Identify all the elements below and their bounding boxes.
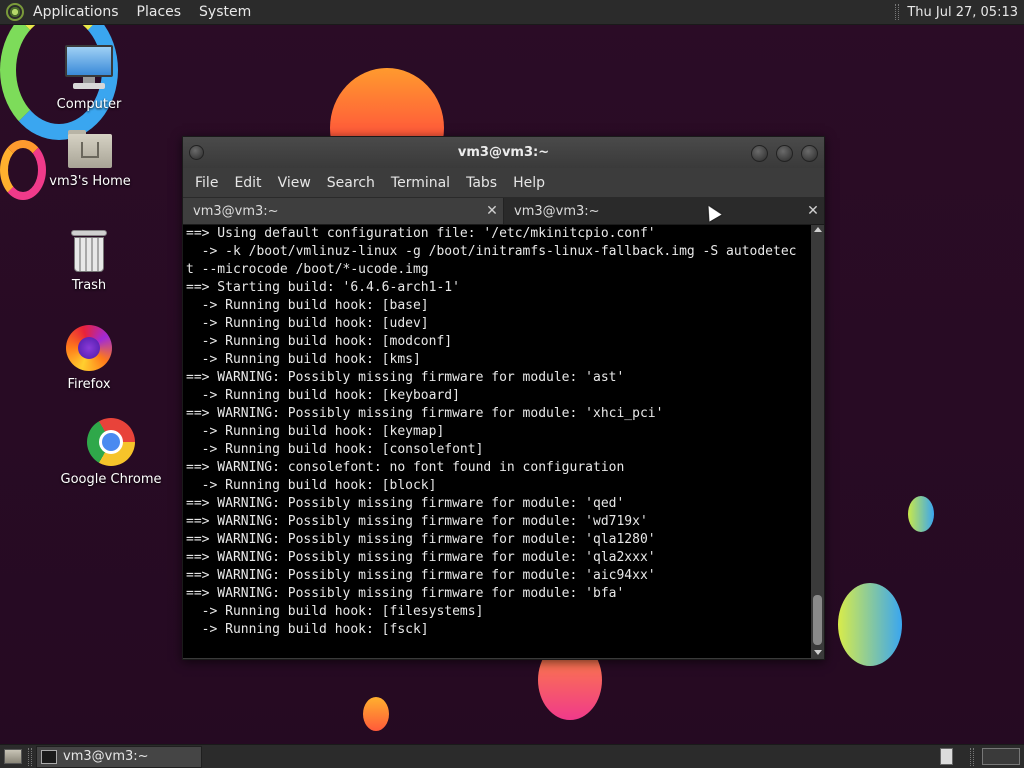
terminal-line: -> Running build hook: [consolefont]	[186, 442, 484, 457]
workspace-switcher[interactable]	[982, 748, 1020, 765]
wallpaper-shape	[908, 496, 934, 532]
terminal-line: ==> Using default configuration file: '/…	[186, 226, 656, 241]
menu-file[interactable]: File	[187, 175, 226, 191]
minimize-icon[interactable]	[751, 145, 768, 162]
terminal-line: ==> WARNING: Possibly missing firmware f…	[186, 586, 625, 601]
terminal-line: -> -k /boot/vmlinuz-linux -g /boot/initr…	[186, 244, 797, 259]
tab-label: vm3@vm3:~	[514, 203, 600, 219]
terminal-output: ==> Using default configuration file: '/…	[186, 225, 810, 639]
maximize-icon[interactable]	[776, 145, 793, 162]
menu-help[interactable]: Help	[505, 175, 553, 191]
terminal-icon	[41, 750, 57, 764]
terminal-line: ==> WARNING: Possibly missing firmware f…	[186, 496, 625, 511]
menu-terminal[interactable]: Terminal	[383, 175, 458, 191]
places-menu[interactable]: Places	[128, 0, 191, 25]
window-title: vm3@vm3:~	[457, 145, 550, 160]
scroll-up-icon[interactable]	[814, 227, 822, 232]
terminal-line: -> Running build hook: [keymap]	[186, 424, 445, 439]
bottom-panel: vm3@vm3:~	[0, 744, 1024, 768]
terminal-line: -> Running build hook: [filesystems]	[186, 604, 484, 619]
terminal-line: -> Running build hook: [udev]	[186, 316, 429, 331]
applications-menu[interactable]: Applications	[24, 0, 128, 25]
window-controls	[751, 145, 818, 162]
terminal-line: -> Running build hook: [base]	[186, 298, 429, 313]
terminal-line: -> Running build hook: [fsck]	[186, 622, 429, 637]
terminal-line: ==> WARNING: Possibly missing firmware f…	[186, 514, 648, 529]
terminal-tab-1[interactable]: vm3@vm3:~ ✕	[183, 198, 504, 224]
menu-search[interactable]: Search	[319, 175, 383, 191]
terminal-line: ==> WARNING: consolefont: no font found …	[186, 460, 625, 475]
terminal-line: ==> WARNING: Possibly missing firmware f…	[186, 550, 656, 565]
wallpaper-shape	[363, 697, 389, 731]
taskbar-window-label: vm3@vm3:~	[63, 749, 149, 764]
taskbar-window-button[interactable]: vm3@vm3:~	[36, 746, 202, 768]
terminal-line: -> Running build hook: [modconf]	[186, 334, 453, 349]
close-icon[interactable]	[801, 145, 818, 162]
wallpaper-shape	[838, 583, 902, 666]
desktop-icon-label: Firefox	[67, 377, 111, 392]
desktop-icon-computer[interactable]: Computer	[50, 45, 128, 112]
terminal-line: ==> Starting build: '6.4.6-arch1-1'	[186, 280, 460, 295]
distro-logo-icon[interactable]	[6, 3, 24, 21]
scroll-down-icon[interactable]	[814, 650, 822, 655]
terminal-tab-2[interactable]: vm3@vm3:~ ✕	[504, 198, 824, 224]
wallpaper-shape	[0, 140, 46, 200]
top-panel: Applications Places System Thu Jul 27, 0…	[0, 0, 1024, 25]
desktop-icon-label: Google Chrome	[60, 472, 162, 487]
desktop-icon-home[interactable]: vm3's Home	[48, 130, 132, 189]
trash-applet-icon[interactable]	[940, 748, 953, 765]
desktop-icon-label: Computer	[56, 97, 122, 112]
menu-tabs[interactable]: Tabs	[458, 175, 505, 191]
clock[interactable]: Thu Jul 27, 05:13	[907, 5, 1024, 20]
tab-label: vm3@vm3:~	[193, 203, 279, 219]
computer-icon	[65, 45, 113, 91]
terminal-tabbar: vm3@vm3:~ ✕ vm3@vm3:~ ✕	[183, 197, 824, 225]
terminal-menubar: File Edit View Search Terminal Tabs Help	[183, 168, 824, 197]
terminal-line: ==> WARNING: Possibly missing firmware f…	[186, 370, 625, 385]
desktop-icon-chrome[interactable]: Google Chrome	[58, 418, 164, 487]
tab-close-icon[interactable]: ✕	[485, 203, 499, 219]
terminal-output-area[interactable]: ==> Using default configuration file: '/…	[183, 225, 824, 658]
menu-view[interactable]: View	[270, 175, 319, 191]
scrollbar-thumb[interactable]	[813, 595, 822, 645]
terminal-line: -> Running build hook: [block]	[186, 478, 437, 493]
panel-separator	[895, 4, 900, 20]
panel-separator	[970, 748, 974, 766]
terminal-line: ==> WARNING: Possibly missing firmware f…	[186, 568, 656, 583]
desktop-icon-label: vm3's Home	[49, 174, 131, 189]
chrome-icon	[87, 418, 135, 466]
show-desktop-icon[interactable]	[4, 749, 22, 764]
panel-separator	[28, 748, 32, 766]
home-folder-icon	[68, 130, 112, 168]
terminal-line: t --microcode /boot/*-ucode.img	[186, 262, 429, 277]
window-titlebar[interactable]: vm3@vm3:~	[183, 137, 824, 168]
terminal-line: -> Running build hook: [kms]	[186, 352, 421, 367]
firefox-icon	[66, 325, 112, 371]
terminal-scrollbar[interactable]	[811, 225, 824, 658]
desktop-icon-trash[interactable]: Trash	[55, 230, 123, 293]
system-menu[interactable]: System	[190, 0, 260, 25]
terminal-line: ==> WARNING: Possibly missing firmware f…	[186, 406, 664, 421]
menu-edit[interactable]: Edit	[226, 175, 269, 191]
desktop-icon-label: Trash	[71, 278, 107, 293]
trash-icon	[71, 230, 107, 272]
tab-close-icon[interactable]: ✕	[806, 203, 820, 219]
terminal-window[interactable]: vm3@vm3:~ File Edit View Search Terminal…	[182, 136, 825, 660]
terminal-line: ==> WARNING: Possibly missing firmware f…	[186, 532, 656, 547]
desktop-icon-firefox[interactable]: Firefox	[53, 325, 125, 392]
terminal-line: -> Running build hook: [keyboard]	[186, 388, 460, 403]
window-menu-icon[interactable]	[189, 145, 204, 160]
